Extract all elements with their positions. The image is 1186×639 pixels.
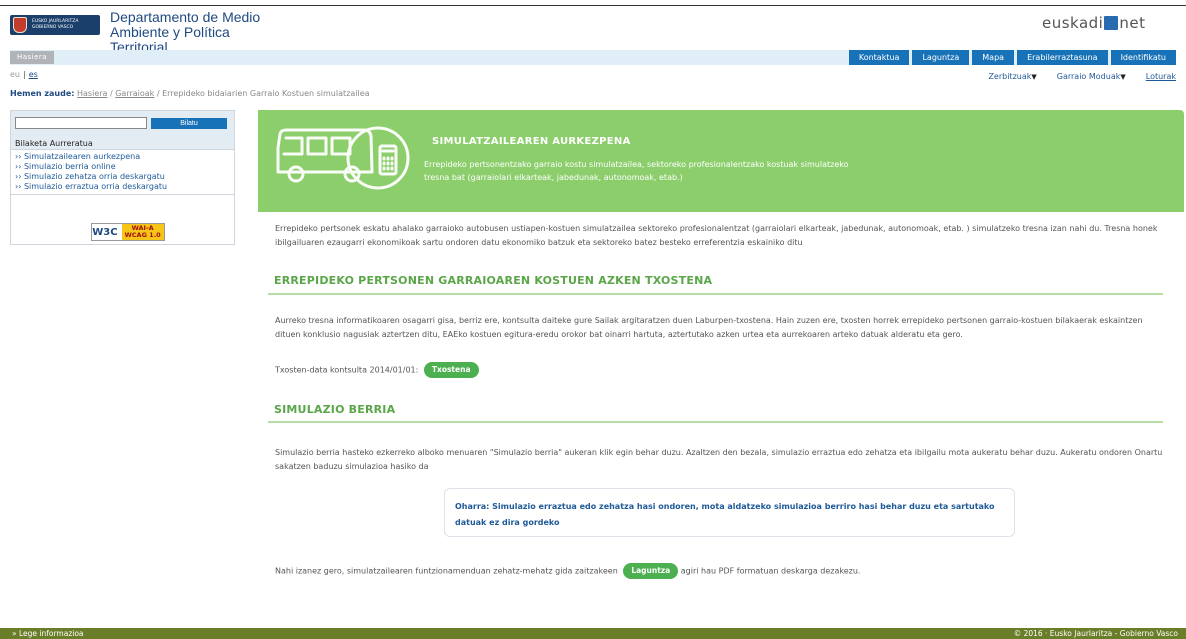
help-text-after: agiri hau PDF formatuan deskarga dezakez… <box>680 566 861 576</box>
dropdown-arrow-icon: ▼ <box>1120 73 1126 81</box>
bus-calculator-icon <box>276 126 410 190</box>
section-new-simulation-title: SIMULAZIO BERRIA <box>274 403 396 416</box>
euskadi-box-icon <box>1104 16 1119 30</box>
lang-separator: | <box>23 70 26 79</box>
sidebar-item-presentation[interactable]: ›› Simulatzailearen aurkezpena <box>15 152 230 162</box>
section-divider <box>268 293 1163 295</box>
search-button[interactable]: Bilatu <box>151 118 227 129</box>
banner-description: Errepideko pertsonentzako garraio kostu … <box>424 160 849 182</box>
report-paragraph: Aurreko tresna informatikoaren osagarri … <box>275 316 1143 339</box>
new-simulation-paragraph: Simulazio berria hasteko ezkerreko albok… <box>275 448 1163 471</box>
home-button[interactable]: Hasiera <box>10 51 54 64</box>
intro-paragraph: Errepideko pertsonek eskatu ahalako garr… <box>275 224 1158 247</box>
breadcrumb-home-link[interactable]: Hasiera <box>77 89 107 98</box>
report-button[interactable]: Txostena <box>423 362 479 378</box>
note-box: Oharra: Simulazio erraztua edo zehatza h… <box>444 488 1015 537</box>
lang-es-link[interactable]: es <box>29 70 38 79</box>
coat-of-arms-icon <box>13 17 27 33</box>
main-content: SIMULATZAILEAREN AURKEZPENA Errepideko p… <box>258 110 1185 610</box>
sidebar-links: ›› Simulatzailearen aurkezpena ›› Simula… <box>11 149 234 195</box>
advanced-search-label: Bilaketa Aurreratua <box>15 139 93 148</box>
copyright: © 2016 · Eusko Jaurlaritza - Gobierno Va… <box>1013 629 1178 638</box>
help-text-before: Nahi izanez gero, simulatzailearen funtz… <box>275 566 618 576</box>
help-button[interactable]: Laguntza <box>912 50 970 65</box>
logo-text: EUSKO JAURLARITZA GOBIERNO VASCO <box>32 19 79 30</box>
sidebar-item-simplified-download[interactable]: ›› Simulazio erraztua orria deskargatu <box>15 182 230 192</box>
help-pdf-button[interactable]: Laguntza <box>623 563 679 579</box>
sidebar: Bilatu Bilaketa Aurreratua ›› Simulatzai… <box>10 110 235 245</box>
wai-level: WAI-A WCAG 1.0 <box>121 224 164 240</box>
gobierno-vasco-logo[interactable]: EUSKO JAURLARITZA GOBIERNO VASCO <box>10 15 100 35</box>
sidebar-item-new-simulation[interactable]: ›› Simulazio berria online <box>15 162 230 172</box>
dropdown-arrow-icon: ▼ <box>1031 73 1037 81</box>
search-area: Bilatu Bilaketa Aurreratua <box>11 111 234 149</box>
services-menu[interactable]: Zerbitzuak▼ <box>988 72 1036 81</box>
accessibility-button[interactable]: Erabilerraztasuna <box>1017 50 1108 65</box>
legal-info-link[interactable]: » Lege informazioa <box>12 628 84 639</box>
top-navbar: Hasiera Kontaktua Laguntza Mapa Erabiler… <box>10 50 1176 65</box>
top-nav-buttons: Kontaktua Laguntza Mapa Erabilerraztasun… <box>848 50 1176 65</box>
banner-title: SIMULATZAILEAREN AURKEZPENA <box>432 136 631 147</box>
report-date-text: Txosten-data kontsulta 2014/01/01: <box>275 365 419 375</box>
map-button[interactable]: Mapa <box>972 50 1015 65</box>
euskadi-net-logo[interactable]: euskadi net <box>1042 14 1145 32</box>
language-switcher: eu | es <box>10 70 38 79</box>
login-button[interactable]: Identifikatu <box>1110 50 1176 65</box>
note-text: Oharra: Simulazio erraztua edo zehatza h… <box>455 502 995 527</box>
page-header: EUSKO JAURLARITZA GOBIERNO VASCO Departa… <box>0 6 1186 55</box>
breadcrumb: Hemen zaude: Hasiera / Garraioak / Errep… <box>10 89 370 98</box>
section-divider <box>268 421 1163 423</box>
report-date-row: Txosten-data kontsulta 2014/01/01: Txost… <box>275 362 479 378</box>
department-title[interactable]: Departamento de Medio Ambiente y Polític… <box>110 10 290 55</box>
links-menu[interactable]: Loturak <box>1146 72 1176 81</box>
transport-modes-menu[interactable]: Garraio Moduak▼ <box>1057 72 1126 81</box>
breadcrumb-transport-link[interactable]: Garraioak <box>115 89 154 98</box>
presentation-banner: SIMULATZAILEAREN AURKEZPENA Errepideko p… <box>258 110 1184 212</box>
section-report-title: ERREPIDEKO PERTSONEN GARRAIOAREN KOSTUEN… <box>274 274 713 287</box>
lang-eu: eu <box>10 70 20 79</box>
w3c-logo: W3C <box>92 226 118 238</box>
breadcrumb-current: Errepideko bidaiarien Garraio Kostuen si… <box>162 89 370 98</box>
search-input[interactable] <box>15 117 147 129</box>
page-footer: » Lege informazioa © 2016 · Eusko Jaurla… <box>0 628 1186 639</box>
breadcrumb-label: Hemen zaude: <box>10 89 75 98</box>
contact-button[interactable]: Kontaktua <box>848 50 910 65</box>
sub-navigation: Zerbitzuak▼ Garraio Moduak▼ Loturak <box>988 72 1176 81</box>
sidebar-item-detailed-download[interactable]: ›› Simulazio zehatza orria deskargatu <box>15 172 230 182</box>
help-row: Nahi izanez gero, simulatzailearen funtz… <box>275 563 860 579</box>
wai-a-badge[interactable]: W3C WAI-A WCAG 1.0 <box>91 223 165 241</box>
